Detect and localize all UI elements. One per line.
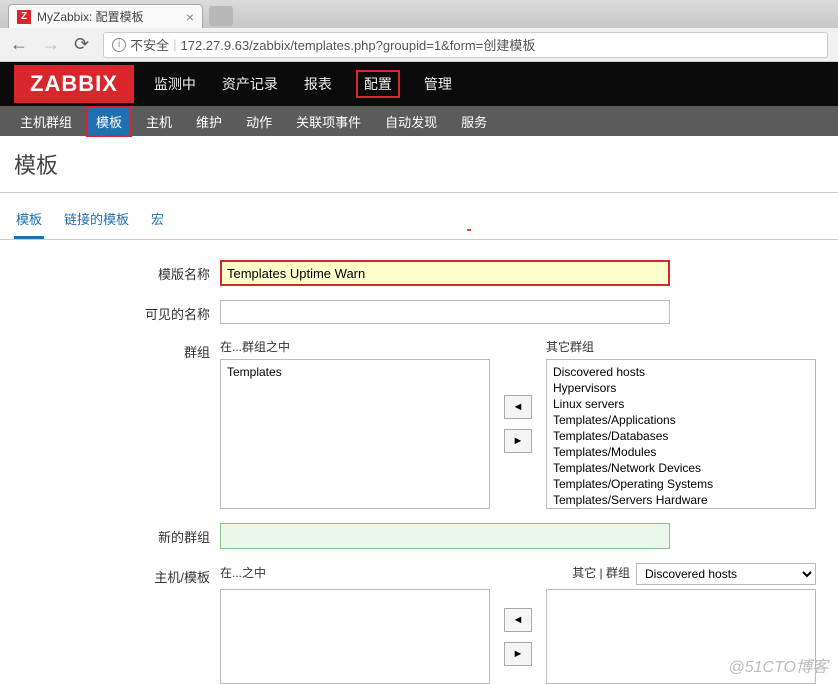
new-tab-button[interactable] [209,6,233,26]
list-item[interactable]: Templates/Applications [551,412,811,428]
browser-tab[interactable]: Z MyZabbix: 配置模板 × [8,4,203,28]
visible-name-input[interactable] [220,300,670,324]
other-groups-listbox[interactable]: Discovered hostsHypervisorsLinux servers… [546,359,816,509]
browser-tab-strip: Z MyZabbix: 配置模板 × [0,0,838,28]
back-button[interactable]: ← [10,34,28,55]
move-right-button[interactable]: ► [504,429,532,453]
list-item[interactable]: Templates/Operating Systems [551,476,811,492]
sub-menu-item-1[interactable]: 模板 [86,106,132,137]
main-menu: 监测中资产记录报表配置管理 [152,70,454,98]
sub-menu-item-4[interactable]: 动作 [236,106,282,137]
hosts-in-listbox[interactable] [220,589,490,684]
sub-menu-item-5[interactable]: 关联项事件 [286,106,371,137]
list-item[interactable]: Templates/Network Devices [551,460,811,476]
main-menu-item-0[interactable]: 监测中 [152,70,198,98]
hosts-other-label: 其它 | 群组 [572,564,630,581]
url-text: 172.27.9.63/zabbix/templates.php?groupid… [181,35,536,54]
hosts-group-select[interactable]: Discovered hosts [636,563,816,585]
list-item[interactable]: Templates/Servers Hardware [551,492,811,508]
list-item[interactable]: Templates [225,364,485,380]
sub-menu-item-3[interactable]: 维护 [186,106,232,137]
visible-name-label: 可见的名称 [0,300,220,323]
decorative-dot [467,229,471,231]
template-name-input[interactable] [220,260,670,286]
app-header: ZABBIX 监测中资产记录报表配置管理 [0,62,838,106]
sub-menu-item-2[interactable]: 主机 [136,106,182,137]
main-menu-item-2[interactable]: 报表 [302,70,334,98]
list-item[interactable]: Discovered hosts [551,364,811,380]
page-title: 模板 [0,136,838,193]
form-tabs: 模板链接的模板宏 [0,193,838,240]
hosts-in-label: 在...之中 [220,564,266,581]
sub-menu-item-0[interactable]: 主机群组 [10,106,82,137]
list-item[interactable]: Templates/Modules [551,444,811,460]
groups-label: 群组 [0,338,220,361]
new-group-label: 新的群组 [0,523,220,546]
move-left-button[interactable]: ◄ [504,395,532,419]
in-groups-label: 在...群组之中 [220,338,490,355]
hosts-move-right-button[interactable]: ► [504,642,532,666]
main-menu-item-1[interactable]: 资产记录 [220,70,280,98]
info-icon[interactable]: i [112,38,126,52]
list-item[interactable]: Linux servers [551,396,811,412]
in-groups-listbox[interactable]: Templates [220,359,490,509]
list-item[interactable]: Hypervisors [551,380,811,396]
new-group-input[interactable] [220,523,670,549]
sub-menu: 主机群组模板主机维护动作关联项事件自动发现服务 [0,106,838,136]
browser-toolbar: ← → ⟳ i 不安全 | 172.27.9.63/zabbix/templat… [0,28,838,62]
hosts-move-left-button[interactable]: ◄ [504,608,532,632]
sub-menu-item-6[interactable]: 自动发现 [375,106,447,137]
hosts-label: 主机/模板 [0,563,220,586]
template-name-label: 模版名称 [0,260,220,283]
form-tab-1[interactable]: 链接的模板 [62,203,131,239]
address-bar[interactable]: i 不安全 | 172.27.9.63/zabbix/templates.php… [103,32,828,58]
main-menu-item-4[interactable]: 管理 [422,70,454,98]
form-tab-2[interactable]: 宏 [149,203,166,239]
other-groups-label: 其它群组 [546,338,816,355]
list-item[interactable]: Templates/Databases [551,428,811,444]
form-area: 模版名称 可见的名称 群组 在...群组之中 Templates ◄ ► [0,240,838,684]
zabbix-logo[interactable]: ZABBIX [14,65,134,103]
insecure-label: 不安全 [130,35,169,54]
sub-menu-item-7[interactable]: 服务 [451,106,497,137]
list-item[interactable]: Templates/Virtualization [551,508,811,509]
main-menu-item-3[interactable]: 配置 [356,70,400,98]
tab-title: MyZabbix: 配置模板 [37,8,144,25]
hosts-other-listbox[interactable] [546,589,816,684]
reload-button[interactable]: ⟳ [74,34,89,55]
zabbix-favicon: Z [17,10,31,24]
forward-button[interactable]: → [42,34,60,55]
close-icon[interactable]: × [186,9,194,25]
form-tab-0[interactable]: 模板 [14,203,44,239]
